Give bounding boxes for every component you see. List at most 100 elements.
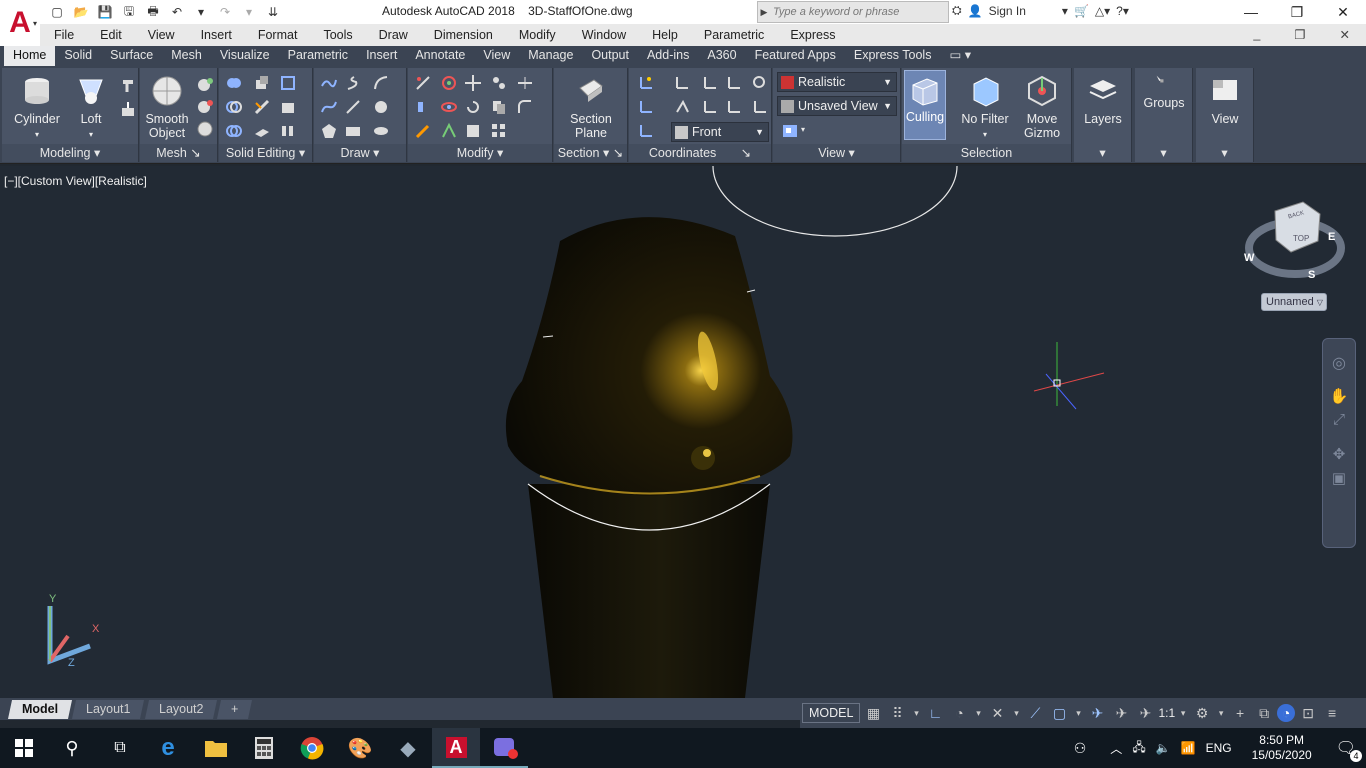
ribbon-tab-view[interactable]: View [474,46,519,66]
ribbon-tab-insert[interactable]: Insert [357,46,406,66]
new-icon[interactable]: ▢ [46,2,68,22]
steering-wheel-icon[interactable]: ◎ [1323,353,1355,377]
helix-icon[interactable] [344,74,362,92]
annotation-scale-value[interactable]: 1:1 [1158,706,1175,720]
object-snap-tracking-icon[interactable]: ⟋ [1024,702,1046,724]
compass-e-label[interactable]: E [1328,231,1335,243]
section-plane-small-icon[interactable] [440,98,458,116]
union-icon[interactable] [225,74,243,92]
move-icon[interactable] [464,74,482,92]
undo-icon[interactable]: ↶ [166,2,188,22]
plot-icon[interactable]: 🖶 [142,2,164,22]
ribbon-tab-parametric[interactable]: Parametric [279,46,357,66]
ellipse-icon[interactable] [372,122,390,140]
panel-title-selection[interactable]: Selection [902,144,1071,162]
volume-icon[interactable]: 🔈 [1156,741,1171,755]
ribbon-tab-add-ins[interactable]: Add-ins [638,46,698,66]
menu-edit[interactable]: Edit [86,28,134,42]
ucs-world-icon[interactable] [637,98,655,116]
ucs-x-icon[interactable] [701,74,719,92]
task-view-icon[interactable]: ⧉ [96,728,144,768]
ribbon-tab-home[interactable]: Home [4,46,56,66]
doc-restore-icon[interactable]: ❐ [1280,27,1317,42]
snap-icon[interactable]: ⠿ [886,702,908,724]
hardware-acceleration-icon[interactable]: ◔ [1277,704,1296,722]
doc-close-icon[interactable]: ✕ [1326,27,1362,42]
maximize-icon[interactable]: ❐ [1274,0,1320,24]
workspace-dropdown-icon[interactable]: ▾ [1215,702,1227,724]
panel-title-mesh[interactable]: Mesh ↘ [140,144,217,162]
slice-icon[interactable] [253,98,271,116]
panel-title-coordinates[interactable]: Coordinates ↘ [629,144,771,162]
application-menu-button[interactable]: A ▾ [0,0,40,46]
close-icon[interactable]: ✕ [1320,0,1366,24]
redo-dropdown-icon[interactable]: ▾ [238,2,260,22]
sign-in-link[interactable]: Sign In [989,4,1026,18]
interfere-icon[interactable] [253,74,271,92]
copy-icon[interactable] [490,98,508,116]
showmotion-icon[interactable]: ▣ [1323,469,1355,493]
zoom-extents-icon[interactable]: ⤢ [1323,411,1355,435]
add-layout-button[interactable]: + [217,699,253,719]
undo-dropdown-icon[interactable]: ▾ [190,2,212,22]
annotation-scale-icon[interactable]: ✈ [1134,702,1156,724]
keyword-search[interactable]: ▶ Type a keyword or phrase [757,1,949,23]
a360-icon[interactable]: △▾ [1095,4,1110,18]
edit-pencil-icon[interactable] [414,122,432,140]
minimize-icon[interactable]: — [1228,0,1274,24]
screen-recorder-icon[interactable] [480,728,528,768]
autocad-taskbar-button[interactable]: A [432,728,480,768]
thicken-icon[interactable] [253,122,271,140]
mirror-3d-icon[interactable] [414,98,432,116]
compass-w-label[interactable]: W [1244,252,1255,264]
layers-expand[interactable]: ▾ [1074,144,1131,162]
ucs-3point-icon[interactable] [725,98,743,116]
viewcube[interactable]: TOP BACK W E S [1244,201,1345,281]
view-expand[interactable]: ▾ [1196,144,1253,162]
drawing-viewport[interactable]: [−][Custom View][Realistic] Y X Z TOP BA… [0,166,1366,698]
user-icon[interactable]: 👤 [968,4,983,18]
auto-scale-icon[interactable]: ✈ [1110,702,1132,724]
ucs-origin-icon[interactable] [673,74,691,92]
layers-button[interactable]: Layers [1076,74,1130,126]
ucs-icon-properties-icon[interactable] [751,74,769,92]
panel-title-modify[interactable]: Modify ▾ [408,144,552,162]
array-icon[interactable] [490,122,508,140]
arc-icon[interactable] [372,74,390,92]
isolate-objects-icon[interactable]: ⊡ [1297,702,1319,724]
compass-s-label[interactable]: S [1308,269,1315,281]
notifications-icon[interactable]: 🗨 4 [1336,738,1362,762]
spline-icon[interactable] [320,98,338,116]
line-icon[interactable] [344,98,362,116]
pan-icon[interactable]: ✋ [1323,387,1355,411]
presspull-icon[interactable] [119,100,137,118]
ribbon-tab-express-tools[interactable]: Express Tools [845,46,941,66]
paint-app-icon[interactable]: 🎨 [336,728,384,768]
mesh-smooth-less-icon[interactable] [196,98,214,116]
search-expand-icon[interactable]: ▶ [758,7,770,18]
circle-icon[interactable] [372,98,390,116]
intersect-icon[interactable] [225,122,243,140]
tab-layout1[interactable]: Layout1 [72,699,145,719]
menu-help[interactable]: Help [638,28,690,42]
scale-dropdown-icon[interactable]: ▾ [1177,702,1189,724]
separate-icon[interactable] [279,122,297,140]
groups-expand[interactable]: ▾ [1135,144,1192,162]
doc-minimize-icon[interactable]: _ [1239,27,1272,42]
search-input[interactable]: Type a keyword or phrase [770,6,899,18]
wifi-icon[interactable]: 📶 [1181,741,1196,755]
add-icon[interactable]: + [1229,702,1251,724]
polygon-icon[interactable] [320,122,338,140]
workspace-gear-icon[interactable]: ⚙ [1191,702,1213,724]
ucs-named-dropdown[interactable]: Unnamed ▽ [1261,293,1327,311]
people-icon[interactable]: ⚇ [1074,740,1087,757]
ortho-icon[interactable]: ∟ [924,702,946,724]
tab-layout2[interactable]: Layout2 [144,699,218,719]
offset-icon[interactable] [516,74,534,92]
menu-dimension[interactable]: Dimension [420,28,505,42]
panel-title-view[interactable]: View ▾ [773,144,900,162]
rotate-icon[interactable] [464,98,482,116]
imprint-icon[interactable] [279,98,297,116]
viewport-config-dropdown-icon[interactable]: ▾ [801,125,805,134]
section-plane-button[interactable]: Section Plane [560,74,622,140]
